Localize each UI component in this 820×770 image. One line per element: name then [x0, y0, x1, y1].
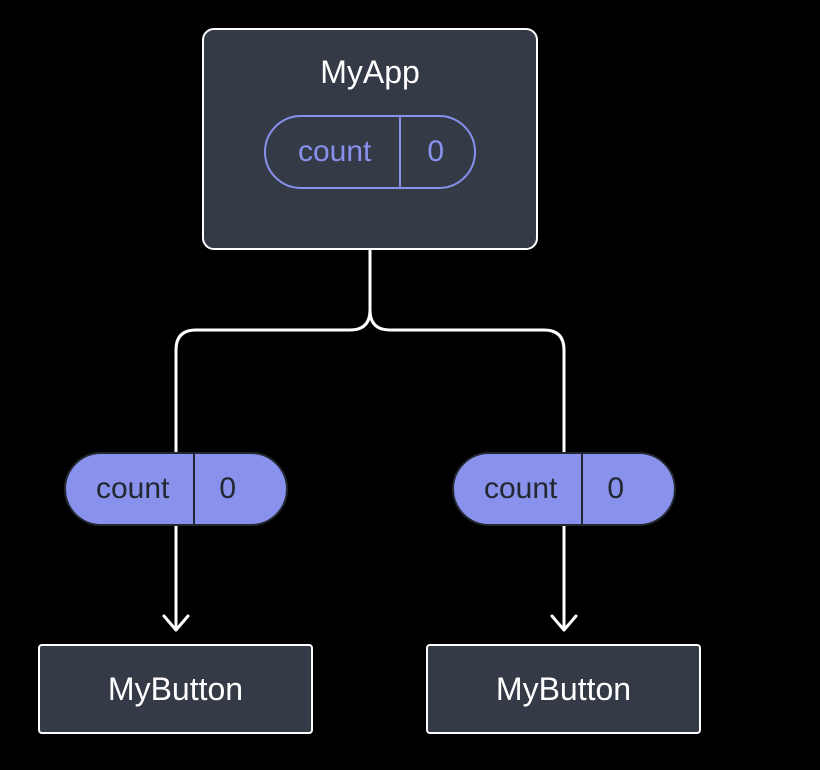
- prop-pill-left: count 0: [64, 452, 288, 526]
- parent-state-pill: count 0: [264, 115, 476, 189]
- prop-label: count: [454, 454, 583, 524]
- state-value: 0: [401, 117, 474, 187]
- child-component-box-right: MyButton: [426, 644, 701, 734]
- prop-value: 0: [583, 454, 652, 524]
- parent-component-title: MyApp: [320, 54, 420, 91]
- child-component-title: MyButton: [108, 671, 243, 708]
- state-label: count: [266, 117, 401, 187]
- prop-value: 0: [195, 454, 264, 524]
- child-component-box-left: MyButton: [38, 644, 313, 734]
- parent-component-box: MyApp count 0: [202, 28, 538, 250]
- child-component-title: MyButton: [496, 671, 631, 708]
- prop-label: count: [66, 454, 195, 524]
- prop-pill-right: count 0: [452, 452, 676, 526]
